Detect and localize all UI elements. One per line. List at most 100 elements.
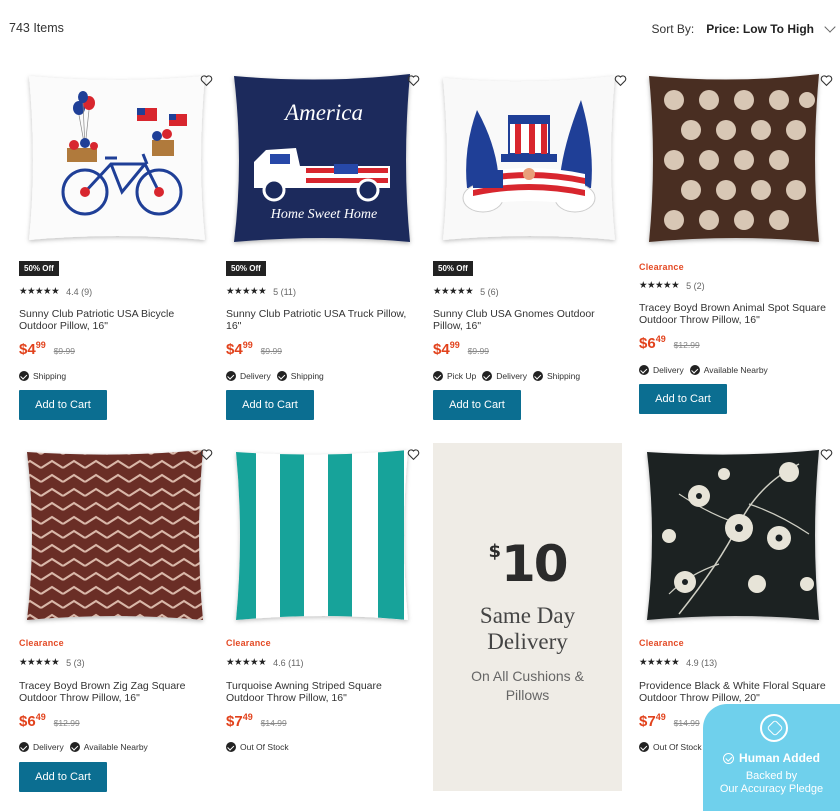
check-icon (69, 742, 80, 752)
sale-price: $499 (433, 340, 460, 358)
product-card: Clearance ★★★★★ 5 (2) Tracey Boyd Brown … (639, 70, 835, 415)
product-image[interactable] (639, 70, 835, 255)
rating-text: 4.6 (11) (273, 657, 304, 668)
fulfillment-chip: Shipping (533, 371, 580, 381)
product-price: $749 $14.99 (639, 712, 700, 730)
chevron-down-icon[interactable] (824, 21, 836, 33)
add-to-cart-button[interactable]: Add to Cart (19, 390, 107, 420)
promo-price: $10 (488, 535, 568, 593)
add-to-cart-button[interactable]: Add to Cart (226, 390, 314, 420)
check-icon (19, 742, 29, 752)
sale-price: $649 (19, 712, 46, 730)
rating-text: 5 (2) (686, 280, 705, 291)
clearance-label: Clearance (639, 262, 684, 272)
original-price: $12.99 (53, 718, 80, 728)
product-title[interactable]: Tracey Boyd Brown Animal Spot Square Out… (639, 302, 829, 326)
star-rating-icon: ★★★★★ (19, 286, 60, 297)
accuracy-pledge-widget[interactable]: Human Added Backed by Our Accuracy Pledg… (703, 704, 840, 811)
product-title[interactable]: Providence Black & White Floral Square O… (639, 680, 829, 704)
pledge-title: Human Added (703, 751, 840, 765)
add-to-cart-button[interactable]: Add to Cart (639, 384, 727, 414)
product-image[interactable] (19, 70, 215, 255)
product-title[interactable]: Turquoise Awning Striped Square Outdoor … (226, 680, 416, 704)
add-to-cart-button[interactable]: Add to Cart (19, 762, 107, 792)
promo-headline: Same Day Delivery (479, 603, 576, 654)
product-rating: ★★★★★ 5 (11) (226, 286, 296, 297)
star-rating-icon: ★★★★★ (226, 657, 267, 668)
check-icon (276, 371, 287, 381)
heart-icon[interactable] (407, 448, 420, 461)
product-price: $499 $9.99 (226, 340, 282, 358)
stock-status: Out Of Stock (226, 742, 289, 752)
sale-price: $749 (226, 712, 253, 730)
check-icon (226, 371, 236, 381)
clearance-label: Clearance (19, 638, 64, 648)
fulfillment-chip: Shipping (276, 371, 324, 381)
product-image[interactable] (226, 444, 422, 629)
fulfillment-chip: Available Nearby (689, 365, 768, 375)
check-icon (639, 742, 649, 752)
check-circle-icon (723, 752, 735, 764)
star-rating-icon: ★★★★★ (226, 286, 267, 297)
fulfillment-options: Delivery Shipping (226, 371, 330, 381)
star-rating-icon: ★★★★★ (433, 286, 474, 297)
product-rating: ★★★★★ 5 (6) (433, 286, 499, 297)
product-price: $499 $9.99 (19, 340, 75, 358)
product-image[interactable] (639, 444, 835, 629)
product-title[interactable]: Tracey Boyd Brown Zig Zag Square Outdoor… (19, 680, 209, 704)
star-rating-icon: ★★★★★ (639, 657, 680, 668)
sort-label: Sort By: (651, 22, 695, 36)
sale-price: $499 (19, 340, 46, 358)
product-title[interactable]: Sunny Club Patriotic USA Truck Pillow, 1… (226, 308, 416, 332)
original-price: $14.99 (260, 718, 287, 728)
heart-icon[interactable] (200, 448, 213, 461)
product-title[interactable]: Sunny Club Patriotic USA Bicycle Outdoor… (19, 308, 209, 332)
sort-dropdown[interactable]: Sort By: Price: Low To High (651, 21, 836, 36)
original-price: $9.99 (467, 346, 489, 356)
heart-icon[interactable] (820, 448, 833, 461)
check-icon (433, 371, 443, 381)
add-to-cart-button[interactable]: Add to Cart (433, 390, 521, 420)
svg-text:Home Sweet Home: Home Sweet Home (270, 207, 378, 222)
discount-badge: 50% Off (433, 261, 473, 276)
pledge-icon (760, 714, 788, 742)
heart-icon[interactable] (614, 74, 627, 87)
product-image[interactable] (433, 70, 629, 255)
check-icon (482, 371, 493, 381)
product-image[interactable] (19, 444, 215, 629)
product-image[interactable]: America Home Sweet Home (226, 70, 422, 255)
heart-icon[interactable] (200, 74, 213, 87)
product-card: 50% Off ★★★★★ 4.4 (9) Sunny Club Patriot… (19, 70, 215, 422)
fulfillment-options: Shipping (19, 371, 72, 381)
fulfillment-chip: Delivery (639, 365, 684, 375)
sale-price: $649 (639, 334, 666, 352)
product-price: $649 $12.99 (639, 334, 700, 352)
original-price: $9.99 (260, 346, 282, 356)
stock-status: Out Of Stock (639, 742, 702, 752)
product-card: 50% Off ★★★★★ 5 (6) Sunny Club USA Gnome… (433, 70, 629, 422)
heart-icon[interactable] (820, 74, 833, 87)
product-price: $649 $12.99 (19, 712, 80, 730)
original-price: $14.99 (673, 718, 700, 728)
fulfillment-chip: Shipping (19, 371, 66, 381)
check-icon (689, 365, 700, 375)
rating-text: 4.9 (13) (686, 657, 718, 668)
product-title[interactable]: Sunny Club USA Gnomes Outdoor Pillow, 16… (433, 308, 623, 332)
fulfillment-chip: Available Nearby (69, 742, 148, 752)
sort-value[interactable]: Price: Low To High (706, 22, 814, 36)
same-day-delivery-promo[interactable]: $10 Same Day Delivery On All Cushions & … (433, 443, 622, 791)
sale-price: $499 (226, 340, 253, 358)
rating-text: 5 (6) (480, 286, 499, 297)
fulfillment-options: Delivery Available Nearby (19, 742, 154, 752)
rating-text: 5 (11) (273, 286, 296, 297)
fulfillment-chip: Pick Up (433, 371, 476, 381)
check-icon (533, 371, 543, 381)
original-price: $9.99 (53, 346, 75, 356)
star-rating-icon: ★★★★★ (19, 657, 60, 668)
rating-text: 4.4 (9) (66, 286, 93, 297)
heart-icon[interactable] (407, 74, 420, 87)
product-rating: ★★★★★ 5 (2) (639, 280, 705, 291)
product-price: $499 $9.99 (433, 340, 489, 358)
check-icon (639, 365, 649, 375)
fulfillment-options: Out Of Stock (226, 742, 295, 752)
